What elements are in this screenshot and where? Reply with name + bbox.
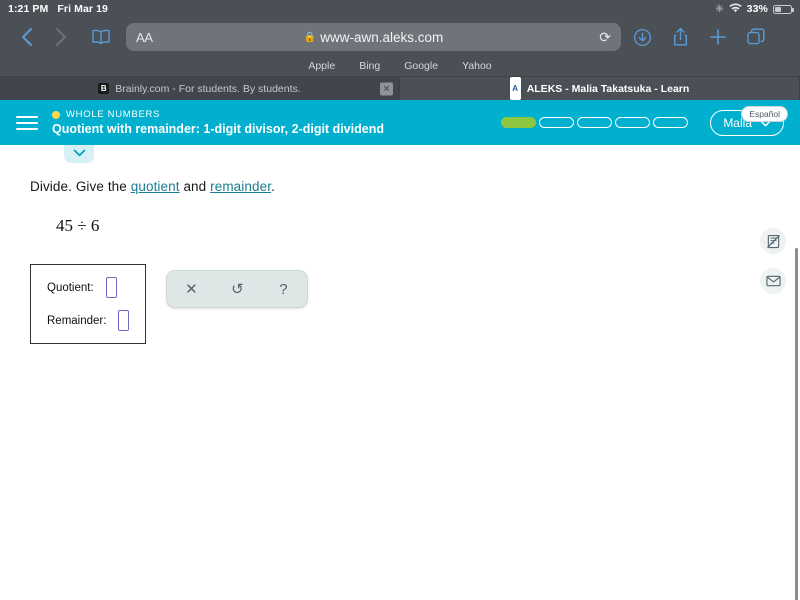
remainder-input[interactable] <box>118 310 130 331</box>
progress-segment-3 <box>577 117 613 128</box>
progress-segment-4 <box>615 117 651 128</box>
question-content: Divide. Give the quotient and remainder.… <box>0 145 800 344</box>
ios-status-bar: 1:21 PM Fri Mar 19 ✳ 33% <box>0 0 800 18</box>
math-expression: 45 ÷ 6 <box>56 216 100 235</box>
hamburger-menu-icon[interactable] <box>16 115 38 130</box>
answer-box: Quotient: Remainder: <box>30 264 147 344</box>
wifi-icon <box>728 2 742 16</box>
tab-brainly[interactable]: B Brainly.com - For students. By student… <box>0 77 400 100</box>
plus-icon[interactable] <box>701 20 735 54</box>
back-chevron-icon[interactable] <box>10 20 44 54</box>
aleks-app: WHOLE NUMBERS Quotient with remainder: 1… <box>0 100 800 600</box>
status-date: Fri Mar 19 <box>57 3 108 15</box>
answer-area: Quotient: Remainder: ✕ ↺ ? <box>30 264 800 344</box>
prompt-text-after: . <box>271 179 275 194</box>
battery-percent: 33% <box>746 3 768 15</box>
header-titles: WHOLE NUMBERS Quotient with remainder: 1… <box>52 109 384 136</box>
forward-chevron-icon <box>44 20 78 54</box>
status-indicators: ✳ 33% <box>715 2 794 16</box>
status-time: 1:21 PM <box>8 3 49 15</box>
prompt-text-before: Divide. Give the <box>30 179 131 194</box>
screen: 1:21 PM Fri Mar 19 ✳ 33% AA 🔒 www-awn.al… <box>0 0 800 600</box>
url-text: www-awn.aleks.com <box>320 29 444 45</box>
share-icon[interactable] <box>663 20 697 54</box>
url-display: 🔒 www-awn.aleks.com <box>126 30 621 45</box>
browser-chrome: AA 🔒 www-awn.aleks.com ⟳ Apple Bing Goog… <box>0 18 800 100</box>
prompt-text-middle: and <box>179 179 211 194</box>
battery-icon <box>773 4 794 14</box>
progress-segment-5 <box>653 117 689 128</box>
tab-strip: B Brainly.com - For students. By student… <box>0 76 800 100</box>
page-scrollbar[interactable] <box>795 248 798 600</box>
remainder-label: Remainder: <box>47 314 107 327</box>
tabs-icon[interactable] <box>739 20 773 54</box>
favorite-yahoo[interactable]: Yahoo <box>462 60 492 72</box>
undo-icon[interactable]: ↺ <box>227 280 247 298</box>
quotient-field-row: Quotient: <box>47 277 129 298</box>
question-prompt: Divide. Give the quotient and remainder. <box>30 179 800 194</box>
link-remainder[interactable]: remainder <box>210 179 271 194</box>
quotient-label: Quotient: <box>47 281 94 294</box>
espanol-button[interactable]: Español <box>741 106 788 122</box>
topic-status-dot-icon <box>52 110 60 119</box>
tab-title: ALEKS - Malia Takatsuka - Learn <box>526 82 690 95</box>
aleks-header: WHOLE NUMBERS Quotient with remainder: 1… <box>0 100 800 145</box>
download-icon[interactable] <box>625 20 659 54</box>
answer-toolbar: ✕ ↺ ? <box>166 270 309 308</box>
progress-segment-2 <box>539 117 575 128</box>
topic-category-label: WHOLE NUMBERS <box>66 109 161 120</box>
remainder-field-row: Remainder: <box>47 310 130 331</box>
sync-icon: ✳ <box>715 3 724 15</box>
favicon-brainly-icon: B <box>98 83 110 94</box>
clear-icon[interactable]: ✕ <box>181 280 201 298</box>
topic-kicker: WHOLE NUMBERS <box>52 109 384 120</box>
quotient-input[interactable] <box>105 277 117 298</box>
browser-toolbar: AA 🔒 www-awn.aleks.com ⟳ <box>0 18 800 56</box>
favorite-google[interactable]: Google <box>404 60 438 72</box>
help-icon[interactable]: ? <box>273 281 293 298</box>
link-quotient[interactable]: quotient <box>131 179 180 194</box>
progress-bar <box>501 117 689 128</box>
tab-aleks[interactable]: A ALEKS - Malia Takatsuka - Learn <box>400 77 800 100</box>
address-bar[interactable]: AA 🔒 www-awn.aleks.com ⟳ <box>126 23 621 51</box>
book-icon[interactable] <box>84 20 118 54</box>
favorite-apple[interactable]: Apple <box>308 60 335 72</box>
reload-icon[interactable]: ⟳ <box>599 29 611 46</box>
favicon-aleks-icon: A <box>509 77 521 100</box>
tab-title: Brainly.com - For students. By students. <box>115 82 301 95</box>
favorites-bar: Apple Bing Google Yahoo <box>0 56 800 76</box>
lock-icon: 🔒 <box>303 31 317 43</box>
favorite-bing[interactable]: Bing <box>359 60 380 72</box>
page-title: Quotient with remainder: 1-digit divisor… <box>52 122 384 136</box>
text-size-button[interactable]: AA <box>136 30 153 45</box>
close-icon[interactable]: ✕ <box>380 82 393 95</box>
progress-segment-1 <box>501 117 537 128</box>
toolbar-right-actions <box>625 20 773 54</box>
